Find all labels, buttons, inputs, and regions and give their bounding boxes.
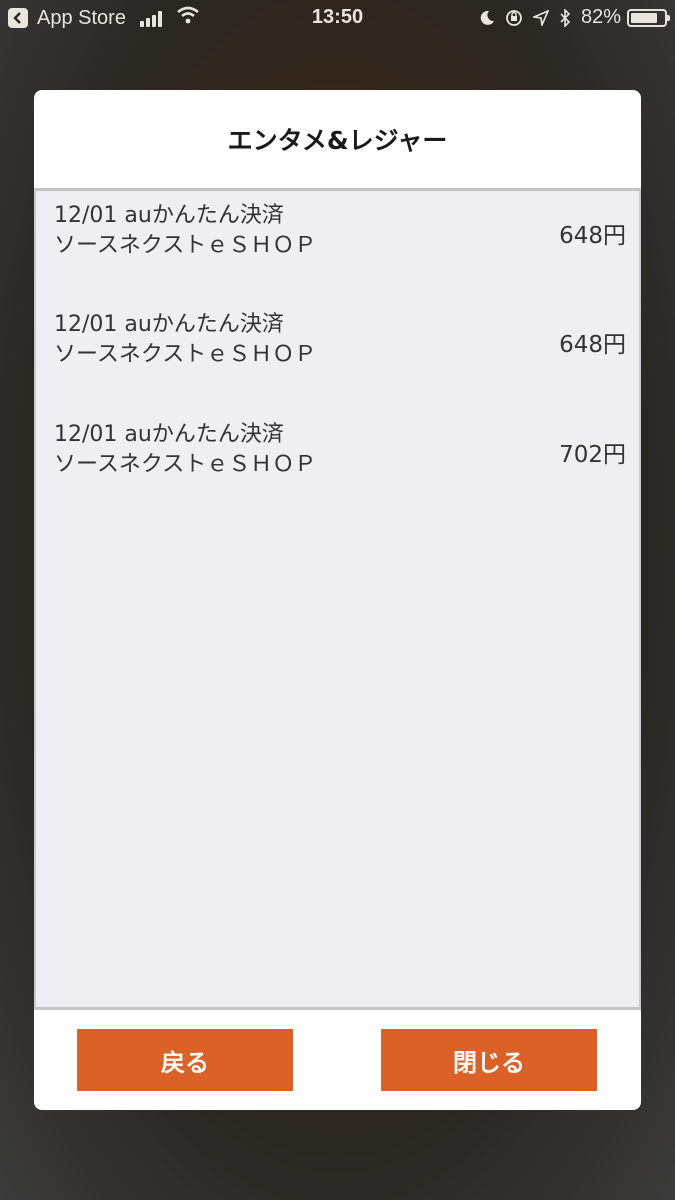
modal-title: エンタメ&レジャー — [227, 126, 448, 155]
item-payment-method: auかんたん決済 — [124, 203, 284, 228]
back-button[interactable]: 戻る — [77, 1029, 293, 1091]
item-details: 12/01 auかんたん決済 ソースネクストｅＳＨＯＰ — [54, 201, 316, 261]
item-payment-method: auかんたん決済 — [124, 312, 284, 337]
item-merchant: ソースネクストｅＳＨＯＰ — [54, 342, 317, 367]
battery-level-fill — [631, 12, 658, 23]
status-bar: App Store 13:50 82% — [0, 0, 675, 38]
item-details: 12/01 auかんたん決済 ソースネクストｅＳＨＯＰ — [54, 420, 316, 480]
modal-dialog: エンタメ&レジャー 12/01 auかんたん決済 ソースネクストｅＳＨＯＰ 64… — [34, 90, 641, 1110]
bluetooth-icon — [559, 8, 571, 27]
item-date: 12/01 — [54, 422, 118, 447]
item-details: 12/01 auかんたん決済 ソースネクストｅＳＨＯＰ — [54, 310, 316, 370]
battery-percent: 82% — [580, 6, 621, 28]
list-item[interactable]: 12/01 auかんたん決済 ソースネクストｅＳＨＯＰ 648円 — [54, 310, 626, 390]
item-amount: 648円 — [559, 223, 626, 249]
orientation-lock-icon — [505, 9, 523, 27]
item-amount: 648円 — [559, 332, 626, 358]
item-amount: 702円 — [559, 442, 626, 468]
item-date: 12/01 — [54, 312, 118, 337]
transaction-list[interactable]: 12/01 auかんたん決済 ソースネクストｅＳＨＯＰ 648円 12/01 a… — [34, 188, 641, 1010]
item-date: 12/01 — [54, 203, 118, 228]
item-merchant: ソースネクストｅＳＨＯＰ — [54, 452, 317, 477]
do-not-disturb-moon-icon — [479, 10, 495, 26]
location-arrow-icon — [532, 9, 549, 26]
close-button[interactable]: 閉じる — [381, 1029, 597, 1091]
item-merchant: ソースネクストｅＳＨＯＰ — [54, 233, 317, 258]
list-item[interactable]: 12/01 auかんたん決済 ソースネクストｅＳＨＯＰ 702円 — [54, 420, 626, 500]
status-right: 82% — [469, 6, 670, 29]
item-payment-method: auかんたん決済 — [124, 422, 284, 447]
battery-icon — [627, 8, 670, 27]
list-item[interactable]: 12/01 auかんたん決済 ソースネクストｅＳＨＯＰ 648円 — [54, 201, 626, 281]
